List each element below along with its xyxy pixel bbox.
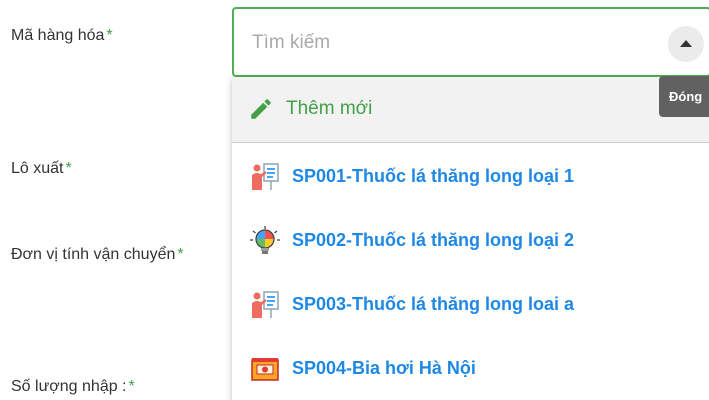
option-sp004[interactable]: SP004-Bia hơi Hà Nội (232, 337, 709, 400)
required-mark: * (128, 378, 135, 395)
field-label-ma-hang-hoa: Mã hàng hóa * (11, 27, 113, 44)
option-label: SP004-Bia hơi Hà Nội (292, 358, 476, 378)
presentation-icon (252, 291, 279, 318)
option-sp003[interactable]: SP003-Thuốc lá thăng long loai a (232, 273, 709, 337)
field-label-so-luong-nhap: Số lượng nhập : * (11, 378, 135, 395)
option-label: SP003-Thuốc lá thăng long loai a (292, 294, 575, 314)
option-label: SP002-Thuốc lá thăng long loại 2 (292, 230, 575, 250)
product-dropdown: Thêm mới SP001-Thuốc lá thăng long loại … (232, 77, 709, 400)
product-box-icon (251, 358, 279, 381)
dropdown-toggle-button[interactable] (668, 26, 704, 62)
field-label-lo-xuat: Lô xuất * (11, 160, 72, 177)
add-new-item[interactable]: Thêm mới (232, 77, 709, 143)
required-mark: * (106, 27, 113, 44)
product-select[interactable] (232, 7, 709, 77)
presentation-icon (252, 163, 279, 190)
lightbulb-icon (250, 226, 280, 254)
required-mark: * (65, 160, 72, 177)
close-tooltip: Đóng (659, 76, 709, 117)
search-input[interactable] (252, 29, 632, 57)
option-sp001[interactable]: SP001-Thuốc lá thăng long loại 1 (232, 145, 709, 209)
option-label: SP001-Thuốc lá thăng long loại 1 (292, 166, 575, 186)
required-mark: * (177, 246, 184, 263)
pencil-icon (251, 99, 271, 119)
field-label-don-vi-tinh: Đơn vị tính vận chuyển * (11, 246, 184, 263)
add-new-label: Thêm mới (286, 98, 373, 119)
caret-up-icon (680, 40, 692, 47)
option-sp002[interactable]: SP002-Thuốc lá thăng long loại 2 (232, 209, 709, 273)
